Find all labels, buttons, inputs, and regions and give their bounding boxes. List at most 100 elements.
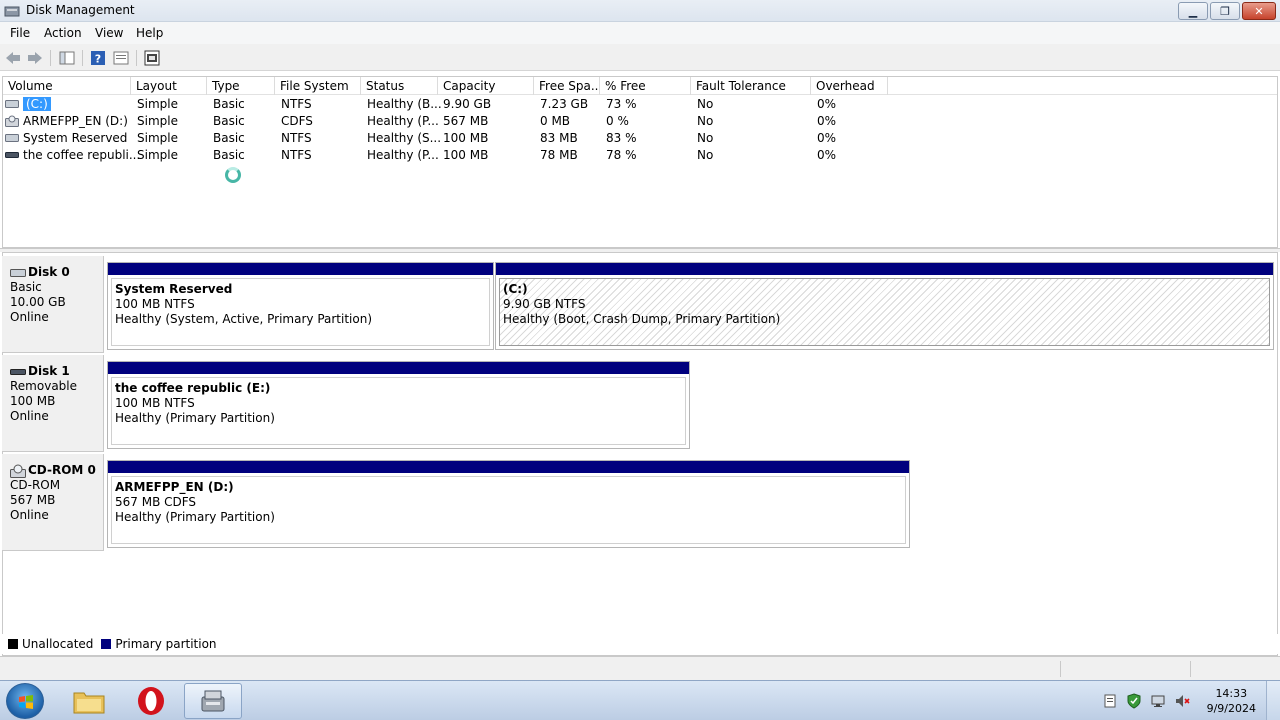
fs-cell: CDFS (281, 114, 313, 128)
legend-swatch-primary (101, 639, 112, 649)
fault-tolerance-cell: No (697, 148, 714, 162)
free-space-cell: 0 MB (540, 114, 571, 128)
window-title: Disk Management (26, 3, 135, 17)
title-bar: Disk Management ▁ ❐ ✕ (0, 0, 1280, 22)
partition-c-drive[interactable]: (C:) 9.90 GB NTFS Healthy (Boot, Crash D… (495, 262, 1274, 350)
status-cell: Healthy (P... (367, 148, 439, 162)
overhead-cell: 0% (817, 97, 837, 111)
column-status[interactable]: Status (361, 77, 438, 95)
action-center-icon[interactable] (1102, 693, 1118, 709)
layout-cell: Simple (137, 131, 178, 145)
fs-cell: NTFS (281, 97, 312, 111)
disk-0-label[interactable]: Disk 0 Basic 10.00 GB Online (2, 256, 104, 353)
column-percent-free[interactable]: % Free (600, 77, 691, 95)
menu-view[interactable]: View (95, 26, 123, 40)
close-button[interactable]: ✕ (1242, 2, 1276, 20)
volume-name-selected[interactable]: (C:) (23, 97, 51, 111)
partition-size: 100 MB NTFS (115, 396, 195, 410)
free-space-cell: 83 MB (540, 131, 578, 145)
capacity-cell: 100 MB (443, 148, 489, 162)
partition-coffee-republic[interactable]: the coffee republic (E:) 100 MB NTFS Hea… (107, 361, 690, 449)
column-free-space[interactable]: Free Spa... (534, 77, 600, 95)
layout-cell: Simple (137, 148, 178, 162)
menu-file[interactable]: File (10, 26, 30, 40)
partition-type-bar (108, 461, 909, 473)
partition-system-reserved[interactable]: System Reserved 100 MB NTFS Healthy (Sys… (107, 262, 494, 350)
status-segment (1060, 661, 1061, 677)
cd-rom-0-label[interactable]: CD-ROM 0 CD-ROM 567 MB Online (2, 454, 104, 551)
partition-size: 9.90 GB NTFS (503, 297, 586, 311)
type-cell: Basic (213, 97, 245, 111)
hard-disk-icon (10, 268, 26, 277)
disk-name: Disk 1 (28, 364, 70, 378)
legend: Unallocated Primary partition (2, 634, 1278, 654)
overhead-cell: 0% (817, 114, 837, 128)
minimize-button[interactable]: ▁ (1178, 2, 1208, 20)
column-volume[interactable]: Volume (3, 77, 131, 95)
security-shield-icon[interactable] (1126, 693, 1142, 709)
opera-browser-icon[interactable] (122, 683, 180, 719)
disk-size: 567 MB (10, 493, 56, 507)
volume-name[interactable]: ARMEFPP_EN (D:) (23, 113, 128, 130)
properties-icon[interactable] (112, 49, 130, 67)
partition-type-bar (496, 263, 1273, 275)
help-icon[interactable]: ? (89, 49, 107, 67)
column-overhead[interactable]: Overhead (811, 77, 888, 95)
disk-state: Online (10, 508, 49, 522)
rescan-disks-icon[interactable] (143, 49, 161, 67)
column-fault-tolerance[interactable]: Fault Tolerance (691, 77, 811, 95)
legend-label: Unallocated (22, 637, 94, 651)
taskbar: 14:33 9/9/2024 (0, 680, 1280, 720)
maximize-button[interactable]: ❐ (1210, 2, 1240, 20)
column-file-system[interactable]: File System (275, 77, 361, 95)
disk-name: Disk 0 (28, 265, 70, 279)
legend-primary-partition: Primary partition (101, 637, 217, 651)
column-capacity[interactable]: Capacity (438, 77, 534, 95)
partition-armefpp-en[interactable]: ARMEFPP_EN (D:) 567 MB CDFS Healthy (Pri… (107, 460, 910, 548)
disk-kind: Basic (10, 280, 42, 294)
partition-status: Healthy (Boot, Crash Dump, Primary Parti… (503, 312, 781, 326)
column-type[interactable]: Type (207, 77, 275, 95)
volume-row[interactable]: (C:) Simple Basic NTFS Healthy (B... 9.9… (3, 96, 1277, 113)
volume-muted-icon[interactable] (1174, 693, 1190, 709)
partition-status: Healthy (System, Active, Primary Partiti… (115, 312, 373, 326)
disk-kind: Removable (10, 379, 78, 393)
disk-management-icon[interactable] (184, 683, 242, 719)
disk-management-app-icon (4, 6, 20, 17)
partition-type-bar (108, 362, 689, 374)
disk-1-label[interactable]: Disk 1 Removable 100 MB Online (2, 355, 104, 452)
start-button[interactable] (6, 683, 44, 719)
capacity-cell: 9.90 GB (443, 97, 492, 111)
partition-size: 567 MB CDFS (115, 495, 197, 509)
type-cell: Basic (213, 148, 245, 162)
show-desktop-button[interactable] (1266, 681, 1280, 720)
disk-name: CD-ROM 0 (28, 463, 96, 477)
fault-tolerance-cell: No (697, 131, 714, 145)
capacity-cell: 100 MB (443, 131, 489, 145)
column-layout[interactable]: Layout (131, 77, 207, 95)
volume-row[interactable]: System Reserved Simple Basic NTFS Health… (3, 130, 1277, 147)
cd-drive-icon (5, 115, 19, 127)
partition-name: ARMEFPP_EN (D:) (115, 480, 234, 494)
volume-row[interactable]: ARMEFPP_EN (D:) Simple Basic CDFS Health… (3, 113, 1277, 130)
explorer-folder-icon[interactable] (60, 683, 118, 719)
busy-spinner-icon (225, 167, 241, 183)
menu-help[interactable]: Help (136, 26, 163, 40)
volume-row[interactable]: the coffee republi... Simple Basic NTFS … (3, 147, 1277, 164)
system-clock[interactable]: 14:33 9/9/2024 (1207, 686, 1256, 716)
capacity-cell: 567 MB (443, 114, 489, 128)
volume-name[interactable]: the coffee republi... (23, 147, 140, 164)
percent-free-cell: 0 % (606, 114, 629, 128)
fault-tolerance-cell: No (697, 114, 714, 128)
back-arrow-icon[interactable] (4, 49, 22, 67)
overhead-cell: 0% (817, 131, 837, 145)
menu-action[interactable]: Action (44, 26, 82, 40)
console-tree-icon[interactable] (58, 49, 76, 67)
volume-icon (5, 134, 19, 142)
network-icon[interactable] (1150, 693, 1166, 709)
volume-list: Volume Layout Type File System Status Ca… (2, 76, 1278, 248)
volume-name[interactable]: System Reserved (23, 130, 127, 147)
legend-label: Primary partition (115, 637, 217, 651)
forward-arrow-icon[interactable] (26, 49, 44, 67)
partition-name: System Reserved (115, 282, 233, 296)
